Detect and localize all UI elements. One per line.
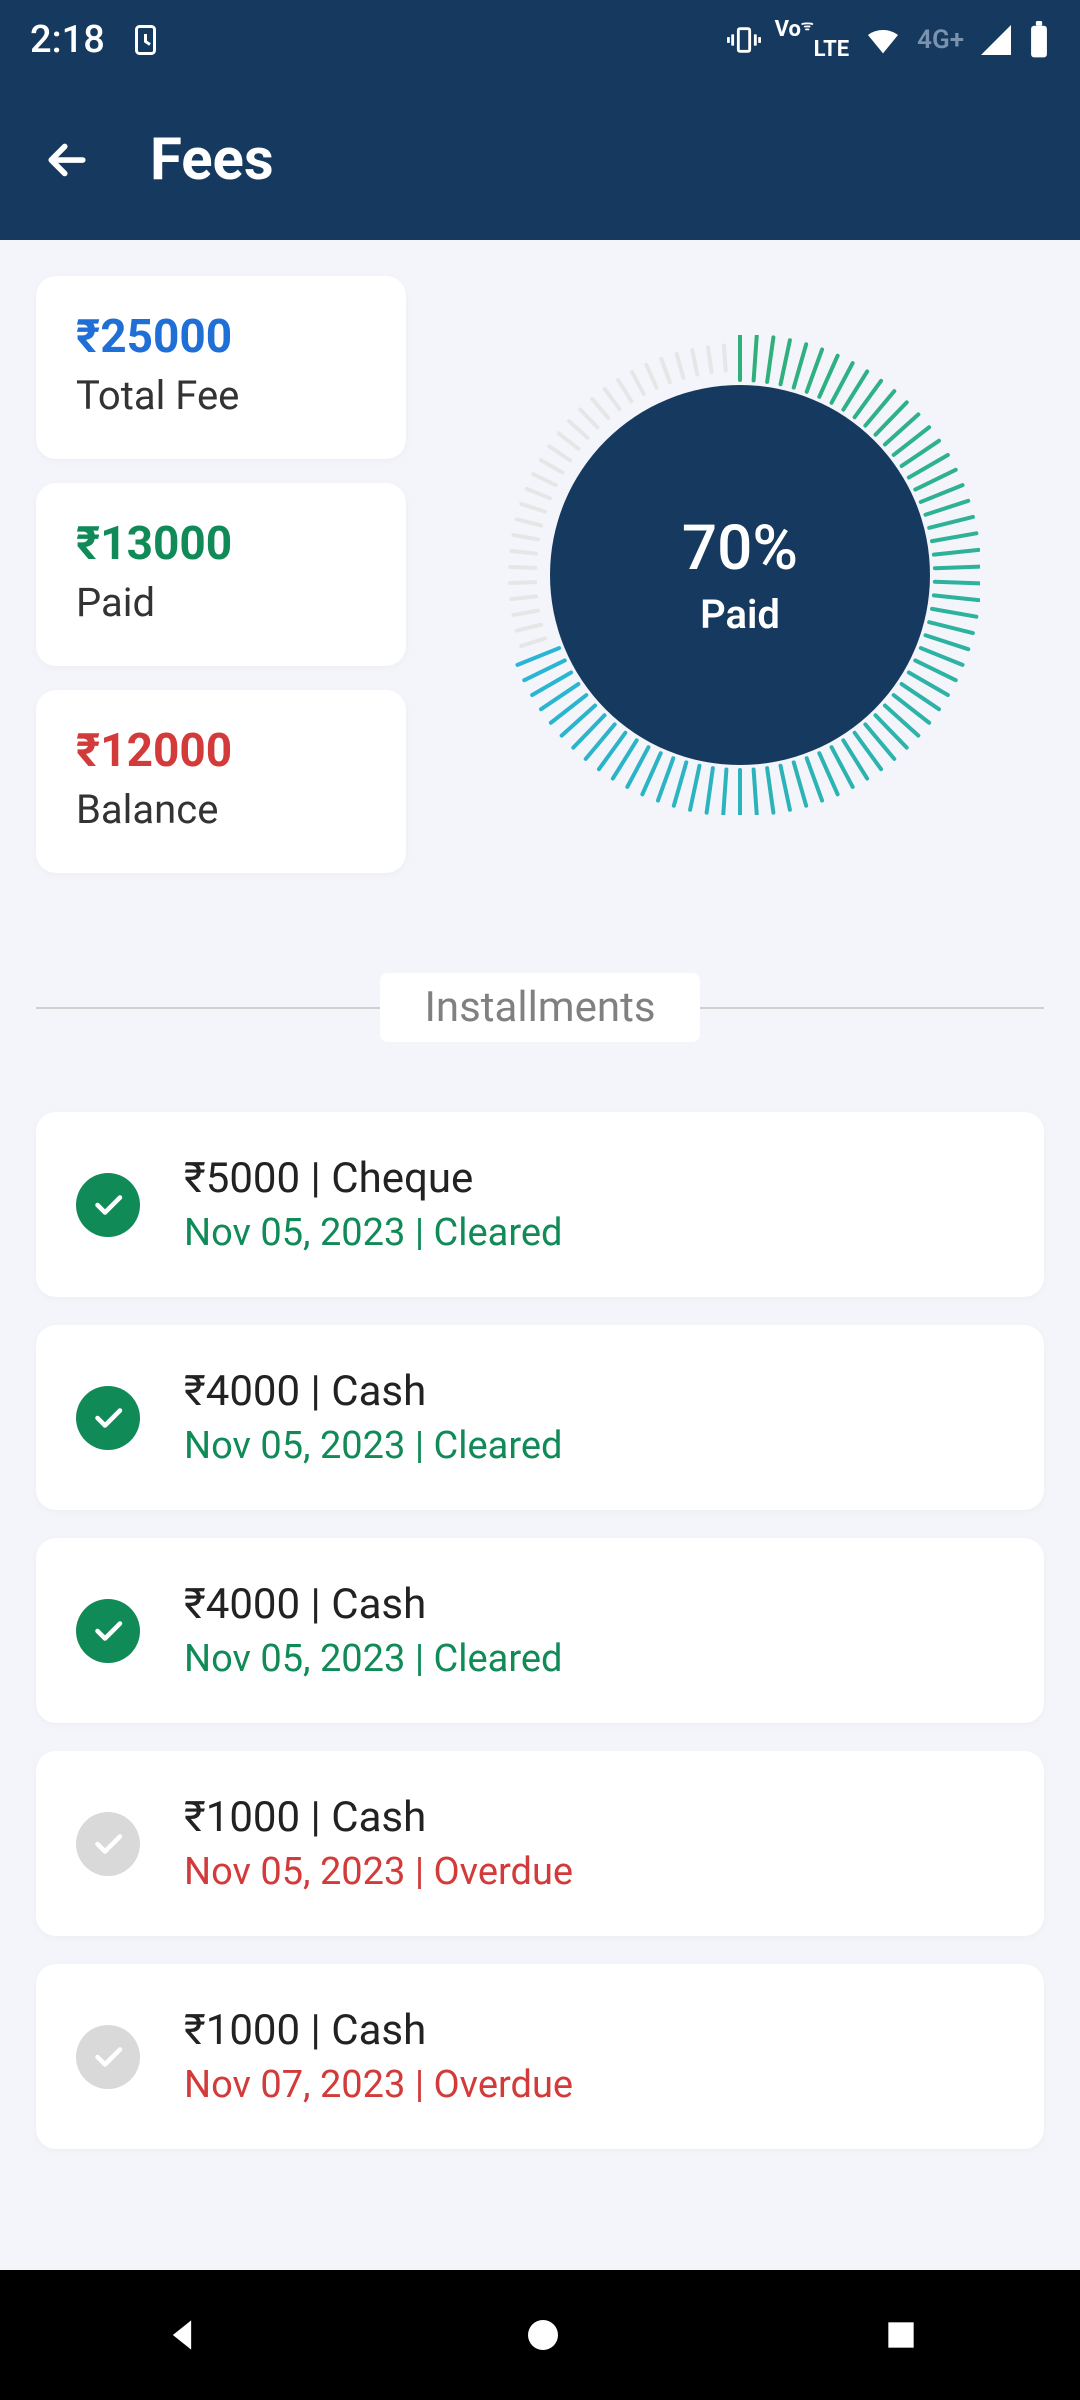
status-bar: 2:18 VoᯤLTE 4G+ [0, 0, 1080, 80]
check-circle-disabled-icon [76, 2025, 140, 2089]
installment-status: Overdue [434, 1850, 574, 1894]
wifi-icon [863, 20, 903, 60]
separator: | [405, 2063, 433, 2107]
installment-date: Nov 05, 2023 [184, 1637, 405, 1681]
installment-status: Cleared [434, 1211, 563, 1255]
signal-icon [978, 22, 1014, 58]
installment-date: Nov 05, 2023 [184, 1850, 405, 1894]
installment-subtitle: Nov 05, 2023 | Cleared [184, 1424, 562, 1468]
status-time: 2:18 [30, 18, 105, 62]
installment-date: Nov 07, 2023 [184, 2063, 405, 2107]
installment-item[interactable]: ₹1000 | Cash Nov 07, 2023 | Overdue [36, 1964, 1044, 2149]
installment-amount: ₹1000 [184, 2006, 300, 2055]
installment-text: ₹1000 | Cash Nov 05, 2023 | Overdue [184, 1793, 573, 1894]
installment-subtitle: Nov 05, 2023 | Cleared [184, 1211, 562, 1255]
installment-item[interactable]: ₹1000 | Cash Nov 05, 2023 | Overdue [36, 1751, 1044, 1936]
installment-method: Cheque [331, 1154, 473, 1203]
page-title: Fees [150, 126, 274, 194]
installment-subtitle: Nov 07, 2023 | Overdue [184, 2063, 573, 2107]
separator: | [405, 1211, 433, 1255]
check-circle-icon [76, 1599, 140, 1663]
back-button[interactable] [40, 133, 94, 187]
separator: | [405, 1637, 433, 1681]
separator: | [300, 1154, 331, 1203]
installment-title: ₹5000 | Cheque [184, 1154, 562, 1203]
payment-progress-chart: 70% Paid [500, 335, 980, 815]
installment-text: ₹5000 | Cheque Nov 05, 2023 | Cleared [184, 1154, 562, 1255]
installment-method: Cash [331, 1793, 426, 1842]
separator: | [405, 1424, 433, 1468]
battery-icon [1028, 21, 1050, 59]
balance-amount: ₹12000 [76, 724, 366, 778]
installment-amount: ₹5000 [184, 1154, 300, 1203]
installment-method: Cash [331, 2006, 426, 2055]
divider-line [36, 1007, 380, 1009]
nav-home-button[interactable] [523, 2315, 563, 2355]
separator: | [405, 1850, 433, 1894]
divider-line [700, 1007, 1044, 1009]
balance-label: Balance [76, 786, 366, 833]
installments-section-label: Installments [380, 973, 699, 1042]
installment-text: ₹4000 | Cash Nov 05, 2023 | Cleared [184, 1580, 562, 1681]
volte-icon: VoᯤLTE [775, 20, 850, 60]
paid-label: Paid [76, 579, 366, 626]
installment-amount: ₹4000 [184, 1580, 300, 1629]
installment-date: Nov 05, 2023 [184, 1424, 405, 1468]
check-circle-disabled-icon [76, 1812, 140, 1876]
installment-item[interactable]: ₹4000 | Cash Nov 05, 2023 | Cleared [36, 1325, 1044, 1510]
paid-card[interactable]: ₹13000 Paid [36, 483, 406, 666]
installment-date: Nov 05, 2023 [184, 1211, 405, 1255]
installment-status: Cleared [434, 1637, 563, 1681]
separator: | [300, 2006, 331, 2055]
content-area: ₹25000 Total Fee ₹13000 Paid ₹12000 Bala… [0, 240, 1080, 2270]
installment-text: ₹1000 | Cash Nov 07, 2023 | Overdue [184, 2006, 573, 2107]
nav-back-button[interactable] [160, 2313, 204, 2357]
vibrate-icon [727, 23, 761, 57]
check-circle-icon [76, 1386, 140, 1450]
total-fee-card[interactable]: ₹25000 Total Fee [36, 276, 406, 459]
paid-amount: ₹13000 [76, 517, 366, 571]
total-fee-amount: ₹25000 [76, 310, 366, 364]
installment-status: Overdue [434, 2063, 574, 2107]
installment-subtitle: Nov 05, 2023 | Overdue [184, 1850, 573, 1894]
system-nav-bar [0, 2270, 1080, 2400]
installment-title: ₹1000 | Cash [184, 2006, 573, 2055]
installments-list: ₹5000 | ChequeNov 05, 2023 | Cleared₹400… [36, 1112, 1044, 2149]
installment-status: Cleared [434, 1424, 563, 1468]
installment-text: ₹4000 | Cash Nov 05, 2023 | Cleared [184, 1367, 562, 1468]
balance-card[interactable]: ₹12000 Balance [36, 690, 406, 873]
installment-amount: ₹4000 [184, 1367, 300, 1416]
installment-item[interactable]: ₹4000 | Cash Nov 05, 2023 | Cleared [36, 1538, 1044, 1723]
installment-method: Cash [331, 1580, 426, 1629]
installments-divider: Installments [36, 973, 1044, 1042]
separator: | [300, 1367, 331, 1416]
installment-title: ₹1000 | Cash [184, 1793, 573, 1842]
installment-method: Cash [331, 1367, 426, 1416]
total-fee-label: Total Fee [76, 372, 366, 419]
check-circle-icon [76, 1173, 140, 1237]
network-type-label: 4G+ [917, 25, 964, 55]
chart-sub-label: Paid [700, 591, 780, 638]
installment-title: ₹4000 | Cash [184, 1580, 562, 1629]
nav-recent-button[interactable] [882, 2316, 920, 2354]
separator: | [300, 1793, 331, 1842]
installment-title: ₹4000 | Cash [184, 1367, 562, 1416]
app-bar: Fees [0, 80, 1080, 240]
installment-subtitle: Nov 05, 2023 | Cleared [184, 1637, 562, 1681]
installment-amount: ₹1000 [184, 1793, 300, 1842]
installment-item[interactable]: ₹5000 | Cheque Nov 05, 2023 | Cleared [36, 1112, 1044, 1297]
data-saver-icon [129, 22, 165, 58]
chart-percent-label: 70% [682, 512, 798, 585]
separator: | [300, 1580, 331, 1629]
